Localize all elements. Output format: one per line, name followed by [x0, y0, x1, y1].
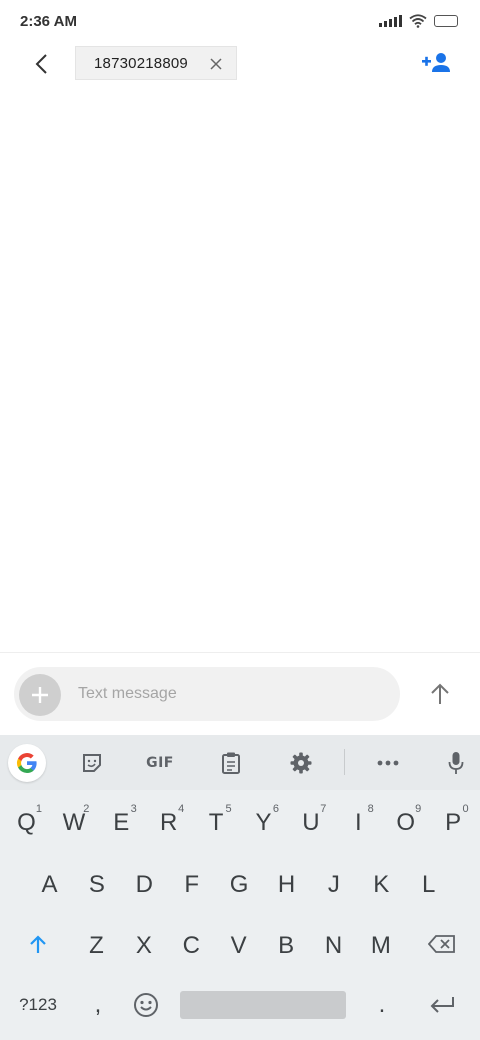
gear-icon: [290, 752, 312, 774]
key-hint: 1: [35, 803, 42, 815]
key-h[interactable]: H: [263, 857, 310, 913]
toolbar-divider: [344, 749, 345, 775]
key-j[interactable]: J: [310, 857, 357, 913]
key-label: Y: [255, 809, 272, 836]
clipboard-icon: [222, 752, 240, 774]
key-y[interactable]: Y6: [240, 795, 287, 851]
more-horizontal-icon: [377, 760, 399, 766]
shift-key[interactable]: [14, 918, 62, 970]
back-button[interactable]: [24, 44, 58, 84]
key-label: Q: [17, 809, 36, 836]
key-a[interactable]: A: [26, 857, 73, 913]
key-label: U: [302, 809, 320, 836]
composer-divider: [0, 652, 480, 653]
backspace-key[interactable]: [418, 918, 466, 970]
clipboard-button[interactable]: [211, 745, 251, 781]
key-m[interactable]: M: [357, 918, 404, 974]
comma-key[interactable]: ,: [74, 980, 122, 1030]
key-hint: 0: [462, 803, 469, 815]
key-label: O: [396, 809, 416, 836]
key-hint: 8: [367, 803, 374, 815]
more-button[interactable]: [368, 745, 408, 781]
conversation-header: 18730218809: [0, 44, 480, 84]
enter-key[interactable]: [416, 980, 468, 1030]
key-v[interactable]: V: [215, 918, 262, 974]
symbols-key[interactable]: ?123: [8, 980, 68, 1030]
send-button[interactable]: [420, 674, 460, 714]
gif-label: GIF: [146, 755, 174, 771]
key-l[interactable]: L: [405, 857, 452, 913]
key-hint: 6: [272, 803, 279, 815]
key-o[interactable]: O9: [382, 795, 429, 851]
key-w[interactable]: W2: [50, 795, 97, 851]
google-g-icon: [17, 753, 37, 773]
status-bar: 2:36 AM: [0, 0, 480, 44]
key-label: T: [208, 809, 224, 836]
sticker-button[interactable]: [72, 745, 112, 781]
google-search-button[interactable]: [8, 744, 46, 782]
shift-icon: [30, 935, 46, 953]
key-s[interactable]: S: [73, 857, 120, 913]
key-c[interactable]: C: [168, 918, 215, 974]
key-r[interactable]: R4: [145, 795, 192, 851]
microphone-icon: [448, 752, 464, 774]
key-t[interactable]: T5: [193, 795, 240, 851]
status-icons: [379, 14, 458, 28]
key-hint: 7: [320, 803, 327, 815]
emoji-icon: [134, 993, 158, 1017]
key-u[interactable]: U7: [287, 795, 334, 851]
key-hint: 9: [415, 803, 422, 815]
key-hint: 4: [178, 803, 185, 815]
key-d[interactable]: D: [121, 857, 168, 913]
keyboard-settings-button[interactable]: [281, 745, 321, 781]
emoji-key[interactable]: [122, 980, 170, 1030]
key-k[interactable]: K: [358, 857, 405, 913]
signal-icon: [379, 15, 402, 27]
key-p[interactable]: P0: [430, 795, 477, 851]
key-f[interactable]: F: [168, 857, 215, 913]
attach-button[interactable]: [19, 674, 61, 716]
arrow-up-icon: [431, 683, 449, 704]
key-q[interactable]: Q1: [3, 795, 50, 851]
plus-icon: [32, 687, 48, 703]
enter-icon: [430, 997, 454, 1013]
add-contact-button[interactable]: [420, 46, 456, 80]
keyboard-toolbar: GIF: [0, 735, 480, 790]
key-label: R: [160, 809, 178, 836]
space-key[interactable]: [180, 991, 346, 1019]
key-hint: 2: [83, 803, 90, 815]
voice-input-button[interactable]: [436, 745, 476, 781]
key-e[interactable]: E3: [98, 795, 145, 851]
status-time: 2:36 AM: [20, 13, 77, 30]
person-add-icon: [422, 53, 450, 72]
key-label: W: [62, 809, 86, 836]
key-label: I: [354, 809, 362, 836]
recipient-number: 18730218809: [94, 54, 188, 72]
key-label: P: [445, 809, 462, 836]
key-label: E: [113, 809, 130, 836]
key-hint: 5: [225, 803, 232, 815]
wifi-icon: [409, 14, 427, 28]
key-n[interactable]: N: [310, 918, 357, 974]
keyboard: G I F Q 1 W 2 E 3 R 4 T 5 Y 6 U 7 I 8 O 9 …: [0, 735, 480, 1040]
key-hint: 3: [130, 803, 137, 815]
key-b[interactable]: B: [263, 918, 310, 974]
period-key[interactable]: .: [358, 980, 406, 1030]
key-g[interactable]: G: [216, 857, 263, 913]
recipient-chip[interactable]: 18730218809: [75, 46, 237, 80]
gif-button[interactable]: GIF: [140, 745, 180, 781]
battery-icon: [434, 15, 458, 27]
sticker-icon: [83, 754, 101, 772]
key-x[interactable]: X: [120, 918, 167, 974]
chevron-left-icon: [35, 54, 47, 74]
key-z[interactable]: Z: [73, 918, 120, 974]
key-i[interactable]: I8: [335, 795, 382, 851]
backspace-icon: [428, 935, 455, 953]
message-input[interactable]: [78, 667, 378, 721]
composer-bar: [14, 667, 400, 721]
close-icon[interactable]: [208, 56, 224, 72]
